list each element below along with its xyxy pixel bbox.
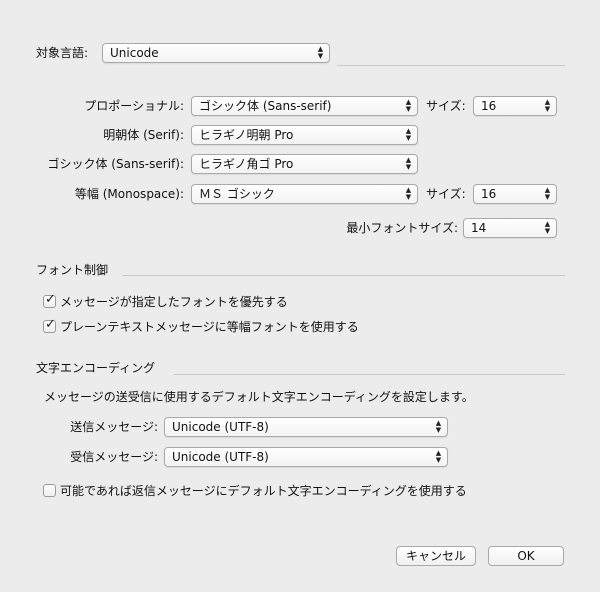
popup-arrows-icon: ▲ ▼ (544, 220, 551, 235)
mono-font-select[interactable]: ＭＳ ゴシック ▲ ▼ (191, 184, 418, 204)
incoming-label: 受信メッセージ: (70, 450, 158, 464)
proportional-size-value: 16 (481, 99, 497, 113)
serif-label: 明朝体 (Serif): (103, 128, 184, 142)
font-control-separator (122, 275, 565, 276)
outgoing-label: 送信メッセージ: (70, 420, 158, 434)
prefer-message-font-label[interactable]: メッセージが指定したフォントを優先する (60, 294, 288, 310)
serif-font-select[interactable]: ヒラギノ明朝 Pro ▲ ▼ (191, 125, 418, 145)
popup-arrows-icon: ▲ ▼ (405, 186, 412, 201)
popup-arrows-icon: ▲ ▼ (405, 156, 412, 171)
checkmark-icon: ✓ (45, 317, 56, 332)
cancel-button[interactable]: キャンセル (396, 546, 476, 566)
incoming-encoding-select[interactable]: Unicode (UTF-8) ▲ ▼ (164, 447, 448, 467)
mono-size-label: サイズ: (426, 187, 466, 201)
encoding-separator (174, 374, 565, 375)
min-size-select[interactable]: 14 ▲ ▼ (463, 218, 557, 238)
plain-text-monospace-label[interactable]: プレーンテキストメッセージに等幅フォントを使用する (60, 319, 359, 335)
popup-arrows-icon: ▲ ▼ (435, 419, 442, 434)
language-select[interactable]: Unicode ▲ ▼ (102, 43, 330, 63)
proportional-font-select[interactable]: ゴシック体 (Sans-serif) ▲ ▼ (191, 96, 418, 116)
proportional-label: プロポーショナル: (84, 99, 184, 113)
proportional-font-value: ゴシック体 (Sans-serif) (199, 99, 332, 113)
language-separator (337, 65, 565, 66)
sans-font-value: ヒラギノ角ゴ Pro (199, 157, 294, 171)
mono-size-select[interactable]: 16 ▲ ▼ (473, 184, 557, 204)
sans-label: ゴシック体 (Sans-serif): (47, 157, 184, 171)
language-select-value: Unicode (110, 46, 159, 60)
popup-arrows-icon: ▲ ▼ (405, 127, 412, 142)
incoming-encoding-value: Unicode (UTF-8) (172, 450, 269, 464)
mono-font-value: ＭＳ ゴシック (199, 187, 275, 201)
popup-arrows-icon: ▲ ▼ (405, 98, 412, 113)
outgoing-encoding-select[interactable]: Unicode (UTF-8) ▲ ▼ (164, 417, 448, 437)
font-control-title: フォント制御 (36, 263, 109, 277)
min-size-value: 14 (471, 221, 487, 235)
checkmark-icon: ✓ (45, 292, 56, 307)
outgoing-encoding-value: Unicode (UTF-8) (172, 420, 269, 434)
prefer-message-font-checkbox[interactable]: ✓ (43, 292, 56, 308)
encoding-description: メッセージの送受信に使用するデフォルト文字エンコーディングを設定します。 (44, 390, 474, 404)
proportional-size-select[interactable]: 16 ▲ ▼ (473, 96, 557, 116)
mono-size-value: 16 (481, 187, 497, 201)
reply-default-encoding-label[interactable]: 可能であれば返信メッセージにデフォルト文字エンコーディングを使用する (60, 483, 467, 499)
popup-arrows-icon: ▲ ▼ (435, 449, 442, 464)
popup-arrows-icon: ▲ ▼ (544, 186, 551, 201)
encoding-title: 文字エンコーディング (36, 361, 156, 375)
popup-arrows-icon: ▲ ▼ (317, 45, 324, 60)
plain-text-monospace-checkbox[interactable]: ✓ (43, 317, 56, 333)
proportional-size-label: サイズ: (426, 99, 466, 113)
language-label: 対象言語: (36, 46, 89, 60)
ok-button[interactable]: OK (488, 546, 564, 566)
mono-label: 等幅 (Monospace): (74, 187, 184, 201)
reply-default-encoding-checkbox[interactable] (43, 484, 56, 497)
min-size-label: 最小フォントサイズ: (346, 221, 458, 235)
popup-arrows-icon: ▲ ▼ (544, 98, 551, 113)
serif-font-value: ヒラギノ明朝 Pro (199, 128, 294, 142)
sans-font-select[interactable]: ヒラギノ角ゴ Pro ▲ ▼ (191, 154, 418, 174)
